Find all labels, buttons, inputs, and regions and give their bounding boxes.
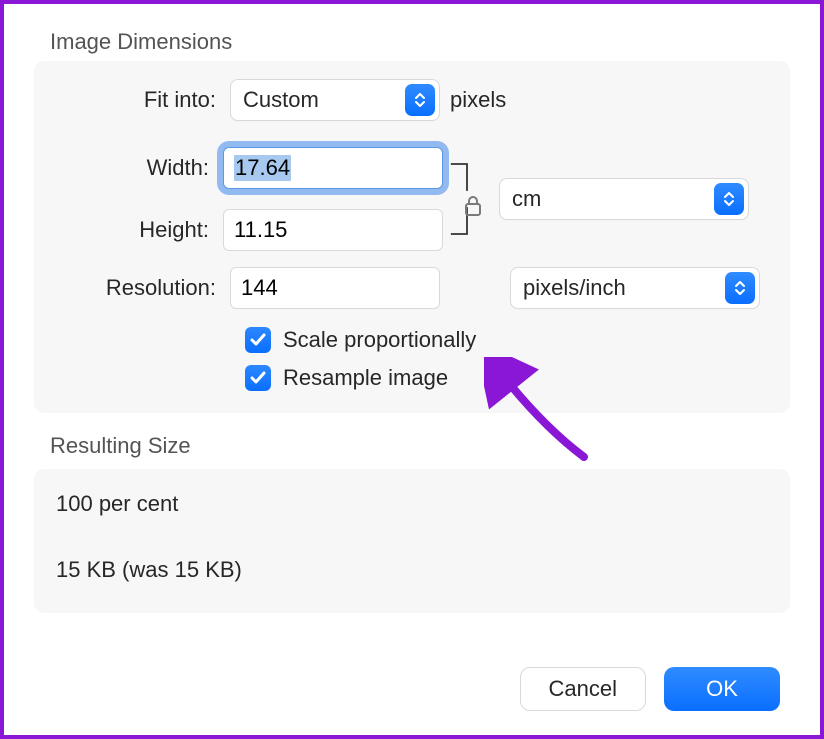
wh-unit-value: cm	[512, 186, 541, 212]
height-value: 11.15	[234, 217, 287, 243]
resolution-unit-value: pixels/inch	[523, 275, 626, 301]
select-stepper-icon	[725, 272, 755, 304]
scale-proportionally-checkbox[interactable]	[245, 327, 271, 353]
lock-icon	[463, 195, 483, 223]
check-icon	[250, 333, 266, 347]
image-dimensions-panel: Fit into: Custom pixels Width: 17.64	[34, 61, 790, 413]
resolution-label: Resolution:	[50, 275, 230, 301]
scale-proportionally-row[interactable]: Scale proportionally	[245, 327, 774, 353]
resample-image-checkbox[interactable]	[245, 365, 271, 391]
cancel-button[interactable]: Cancel	[520, 667, 646, 711]
result-filesize: 15 KB (was 15 KB)	[56, 557, 768, 583]
select-stepper-icon	[405, 84, 435, 116]
fit-into-label: Fit into:	[50, 87, 230, 113]
fit-into-row: Fit into: Custom pixels	[50, 79, 774, 121]
resample-image-label: Resample image	[283, 365, 448, 391]
image-dimensions-heading: Image Dimensions	[50, 29, 790, 55]
ok-button[interactable]: OK	[664, 667, 780, 711]
resolution-value: 144	[241, 275, 278, 301]
fit-into-select[interactable]: Custom	[230, 79, 440, 121]
width-value: 17.64	[234, 155, 291, 181]
fit-into-value: Custom	[243, 87, 319, 113]
result-percent: 100 per cent	[56, 491, 768, 517]
resulting-size-panel: 100 per cent 15 KB (was 15 KB)	[34, 469, 790, 613]
resolution-unit-select[interactable]: pixels/inch	[510, 267, 760, 309]
resulting-size-heading: Resulting Size	[50, 433, 790, 459]
fit-into-unit: pixels	[450, 87, 506, 113]
select-stepper-icon	[714, 183, 744, 215]
check-icon	[250, 371, 266, 385]
height-input[interactable]: 11.15	[223, 209, 443, 251]
height-label: Height:	[50, 217, 223, 243]
resolution-input[interactable]: 144	[230, 267, 440, 309]
width-label: Width:	[50, 155, 223, 181]
wh-unit-select[interactable]: cm	[499, 178, 749, 220]
width-input[interactable]: 17.64	[223, 147, 443, 189]
scale-proportionally-label: Scale proportionally	[283, 327, 476, 353]
resample-image-row[interactable]: Resample image	[245, 365, 774, 391]
